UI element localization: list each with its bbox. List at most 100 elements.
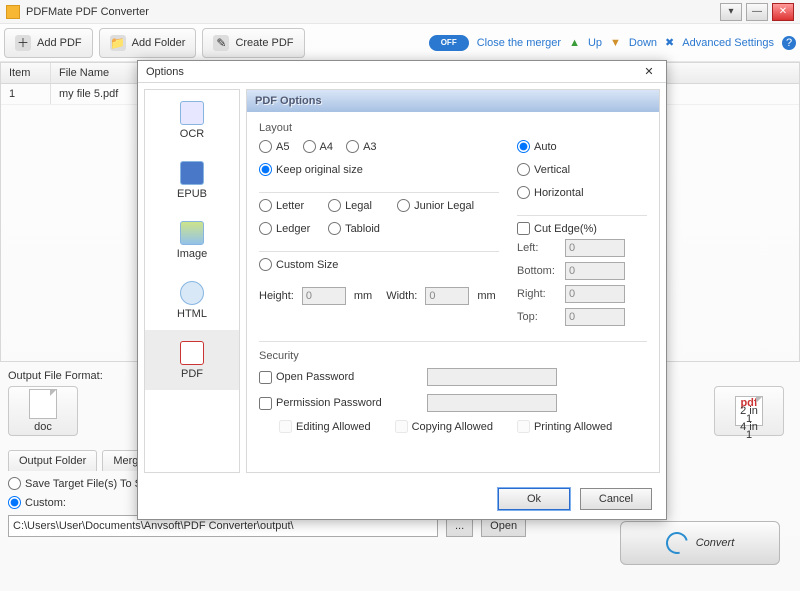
radio-a4[interactable]: A4 bbox=[303, 140, 333, 153]
ocr-label: OCR bbox=[180, 128, 204, 140]
printing-allowed-checkbox[interactable]: Printing Allowed bbox=[517, 420, 612, 433]
add-folder-button[interactable]: 📁 Add Folder bbox=[99, 28, 197, 58]
create-pdf-label: Create PDF bbox=[235, 37, 293, 49]
ocr-icon bbox=[180, 101, 204, 125]
sidebar-item-epub[interactable]: EPUB bbox=[145, 150, 239, 210]
print-allowed-label: Printing Allowed bbox=[534, 421, 612, 433]
html-label: HTML bbox=[177, 308, 207, 320]
app-title: PDFMate PDF Converter bbox=[26, 6, 149, 18]
close-merger-link[interactable]: Close the merger bbox=[477, 37, 561, 49]
layout-group-label: Layout bbox=[259, 122, 647, 134]
open-password-checkbox[interactable]: Open Password bbox=[259, 371, 419, 384]
dialog-close-button[interactable]: ✕ bbox=[640, 63, 658, 81]
open-password-input[interactable] bbox=[427, 368, 557, 386]
main-toolbar: ＋ Add PDF 📁 Add Folder ✎ Create PDF OFF … bbox=[0, 24, 800, 62]
cut-edge-label: Cut Edge(%) bbox=[534, 223, 597, 235]
edit-allowed-label: Editing Allowed bbox=[296, 421, 371, 433]
settings-icon: ✖ bbox=[665, 36, 674, 49]
convert-icon bbox=[662, 528, 692, 558]
copying-allowed-checkbox[interactable]: Copying Allowed bbox=[395, 420, 493, 433]
cancel-button[interactable]: Cancel bbox=[580, 488, 652, 510]
radio-legal[interactable]: Legal bbox=[328, 199, 384, 212]
close-window-button[interactable]: ✕ bbox=[772, 3, 794, 21]
add-folder-label: Add Folder bbox=[132, 37, 186, 49]
image-icon bbox=[180, 221, 204, 245]
perm-pw-label: Permission Password bbox=[276, 397, 382, 409]
width-input[interactable] bbox=[425, 287, 469, 305]
tabloid-label: Tabloid bbox=[345, 223, 380, 235]
custom-path-radio[interactable]: Custom: bbox=[8, 496, 66, 509]
minimize-window-button[interactable]: — bbox=[746, 3, 768, 21]
ledger-label: Ledger bbox=[276, 223, 310, 235]
custom-label: Custom: bbox=[25, 497, 66, 509]
radio-junior-legal[interactable]: Junior Legal bbox=[397, 199, 474, 212]
height-input[interactable] bbox=[302, 287, 346, 305]
format-doc-button[interactable]: doc bbox=[8, 386, 78, 436]
cut-bottom-input[interactable] bbox=[565, 262, 625, 280]
app-logo-icon bbox=[6, 5, 20, 19]
add-pdf-icon: ＋ bbox=[15, 35, 31, 51]
cut-left-input[interactable] bbox=[565, 239, 625, 257]
cut-edge-checkbox[interactable]: Cut Edge(%) bbox=[517, 222, 647, 235]
radio-orient-auto[interactable]: Auto bbox=[517, 140, 557, 153]
options-dialog: Options ✕ OCR EPUB Image HTML P bbox=[137, 60, 667, 520]
cut-right-input[interactable] bbox=[565, 285, 625, 303]
add-pdf-label: Add PDF bbox=[37, 37, 82, 49]
radio-custom-size[interactable]: Custom Size bbox=[259, 258, 338, 271]
a3-label: A3 bbox=[363, 141, 376, 153]
move-up-button[interactable]: Up bbox=[588, 37, 602, 49]
doc-icon bbox=[29, 389, 57, 419]
mm2: mm bbox=[477, 290, 495, 302]
convert-label: Convert bbox=[696, 537, 735, 549]
radio-a5[interactable]: A5 bbox=[259, 140, 289, 153]
titlebar: PDFMate PDF Converter ▾ — ✕ bbox=[0, 0, 800, 24]
sidebar-item-html[interactable]: HTML bbox=[145, 270, 239, 330]
radio-keep-size[interactable]: Keep original size bbox=[259, 163, 363, 176]
col-item-header[interactable]: Item bbox=[1, 63, 51, 83]
pdf-label: PDF bbox=[181, 368, 203, 380]
permission-password-checkbox[interactable]: Permission Password bbox=[259, 397, 419, 410]
advanced-settings-link[interactable]: Advanced Settings bbox=[682, 37, 774, 49]
format-pdf-button[interactable]: pdf 2 in 1 4 in 1 bbox=[714, 386, 784, 436]
sidebar-item-pdf[interactable]: PDF bbox=[145, 330, 239, 390]
height-label: Height: bbox=[259, 290, 294, 302]
radio-tabloid[interactable]: Tabloid bbox=[328, 222, 380, 235]
cut-left-label: Left: bbox=[517, 242, 559, 254]
merger-toggle[interactable]: OFF bbox=[429, 35, 469, 51]
auto-label: Auto bbox=[534, 141, 557, 153]
html-icon bbox=[180, 281, 204, 305]
options-content-header: PDF Options bbox=[247, 90, 659, 112]
radio-a3[interactable]: A3 bbox=[346, 140, 376, 153]
help-icon[interactable]: ? bbox=[782, 36, 796, 50]
add-folder-icon: 📁 bbox=[110, 35, 126, 51]
horizontal-label: Horizontal bbox=[534, 187, 584, 199]
radio-orient-horizontal[interactable]: Horizontal bbox=[517, 186, 584, 199]
ok-button[interactable]: Ok bbox=[498, 488, 570, 510]
epub-icon bbox=[180, 161, 204, 185]
editing-allowed-checkbox[interactable]: Editing Allowed bbox=[279, 420, 371, 433]
create-pdf-icon: ✎ bbox=[213, 35, 229, 51]
add-pdf-button[interactable]: ＋ Add PDF bbox=[4, 28, 93, 58]
dropdown-window-button[interactable]: ▾ bbox=[720, 3, 742, 21]
a4-label: A4 bbox=[320, 141, 333, 153]
open-pw-label: Open Password bbox=[276, 371, 354, 383]
cut-top-label: Top: bbox=[517, 311, 559, 323]
image-label: Image bbox=[177, 248, 208, 260]
radio-orient-vertical[interactable]: Vertical bbox=[517, 163, 570, 176]
a5-label: A5 bbox=[276, 141, 289, 153]
radio-ledger[interactable]: Ledger bbox=[259, 222, 315, 235]
create-pdf-button[interactable]: ✎ Create PDF bbox=[202, 28, 304, 58]
down-icon: ▼ bbox=[610, 37, 621, 49]
pdf-icon bbox=[180, 341, 204, 365]
move-down-button[interactable]: Down bbox=[629, 37, 657, 49]
sidebar-item-image[interactable]: Image bbox=[145, 210, 239, 270]
width-label: Width: bbox=[386, 290, 417, 302]
cut-top-input[interactable] bbox=[565, 308, 625, 326]
sidebar-item-ocr[interactable]: OCR bbox=[145, 90, 239, 150]
radio-letter[interactable]: Letter bbox=[259, 199, 315, 212]
permission-password-input[interactable] bbox=[427, 394, 557, 412]
convert-button[interactable]: Convert bbox=[620, 521, 780, 565]
epub-label: EPUB bbox=[177, 188, 207, 200]
save-to-source-radio[interactable]: Save Target File(s) To S bbox=[8, 477, 142, 490]
tab-output-folder[interactable]: Output Folder bbox=[8, 450, 97, 471]
